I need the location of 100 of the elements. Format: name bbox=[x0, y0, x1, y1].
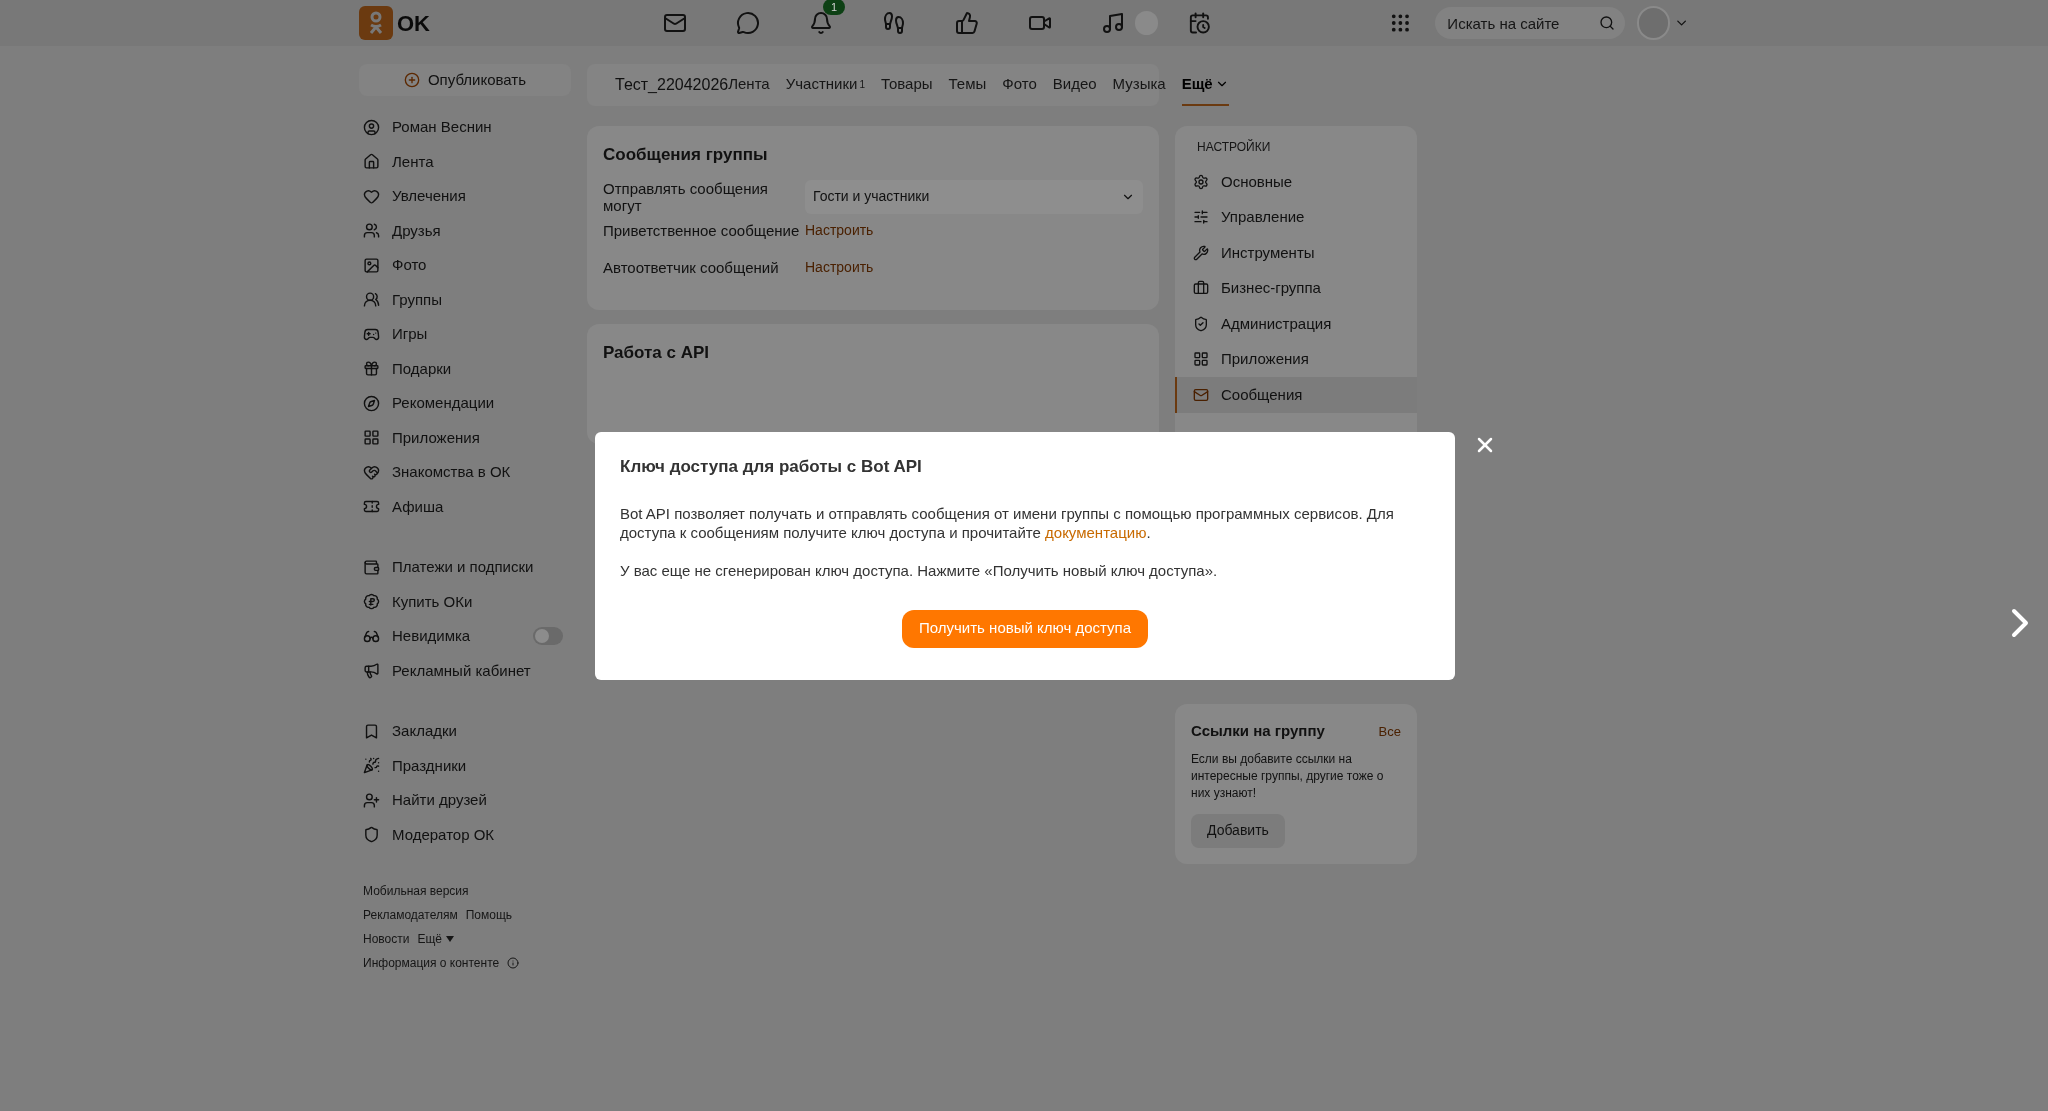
sidebar-item[interactable]: Модератор ОК bbox=[392, 823, 495, 846]
coin-icon bbox=[363, 593, 380, 611]
section-heading: НАСТРОЙКИ bbox=[1196, 138, 1272, 156]
footprints-icon[interactable] bbox=[882, 11, 906, 35]
info-icon bbox=[507, 957, 520, 969]
settings-item[interactable]: Сообщения bbox=[1175, 377, 1417, 413]
grid-icon bbox=[363, 429, 380, 447]
sidebar-item[interactable]: Фото bbox=[392, 254, 427, 277]
logo-text[interactable]: OK bbox=[397, 6, 430, 40]
settings-item[interactable]: Администрация bbox=[1175, 306, 1417, 342]
configure-link[interactable]: Настроить bbox=[805, 256, 874, 278]
card-description: Если вы добавите ссылки на интересные группы, другие тоже о них узнают! bbox=[1191, 750, 1385, 802]
add-button[interactable]: Добавить bbox=[1191, 813, 1285, 848]
nav-tab[interactable]: Участники 1 bbox=[785, 64, 865, 106]
footer-link[interactable]: Ещё bbox=[417, 930, 442, 948]
caret-icon bbox=[446, 936, 454, 942]
calendar-icon[interactable] bbox=[1187, 11, 1211, 35]
get-key-button[interactable]: Получить новый ключ доступа bbox=[902, 609, 1148, 648]
image-icon bbox=[363, 256, 380, 274]
shield-icon bbox=[1193, 315, 1209, 332]
nav-tab[interactable]: Музыка bbox=[1112, 64, 1166, 106]
card-title: Работа с API bbox=[603, 341, 711, 364]
party-icon bbox=[363, 757, 380, 775]
sidebar-item[interactable]: Афиша bbox=[392, 495, 444, 518]
settings-item[interactable]: Управление bbox=[1175, 199, 1417, 235]
search-field[interactable]: Искать на сайте bbox=[1435, 7, 1626, 39]
nav-tab[interactable]: Фото bbox=[1002, 64, 1037, 106]
user-icon bbox=[363, 118, 380, 136]
group-icon bbox=[363, 291, 380, 309]
search-icon[interactable] bbox=[1599, 15, 1616, 31]
users-icon bbox=[363, 222, 380, 240]
configure-link[interactable]: Настроить bbox=[805, 219, 874, 241]
all-link[interactable]: Все bbox=[1378, 721, 1401, 741]
footer-link[interactable]: Информация о контенте bbox=[363, 954, 500, 972]
thumbs-up-icon[interactable] bbox=[955, 11, 979, 35]
settings-item[interactable]: Основные bbox=[1175, 164, 1417, 200]
nav-tab[interactable]: Видео bbox=[1052, 64, 1097, 106]
settings-item[interactable]: Бизнес-группа bbox=[1175, 270, 1417, 306]
plus-icon bbox=[403, 72, 420, 88]
sidebar-item[interactable]: Подарки bbox=[392, 357, 452, 380]
nav-tab[interactable]: Темы bbox=[948, 64, 987, 106]
sidebar-item[interactable]: Приложения bbox=[392, 426, 480, 449]
bell-icon[interactable] bbox=[809, 11, 833, 35]
sidebar-item[interactable]: Знакомства в ОК bbox=[392, 461, 511, 484]
sidebar-item[interactable]: Рекомендации bbox=[392, 392, 495, 415]
user-plus-icon bbox=[363, 791, 380, 809]
footer-link[interactable]: Рекламодателям bbox=[363, 906, 458, 924]
sidebar-item[interactable]: Купить ОКи bbox=[392, 590, 473, 613]
card-title: Ссылки на группу bbox=[1191, 721, 1325, 741]
home-icon bbox=[363, 153, 380, 171]
sidebar-item[interactable]: Увлечения bbox=[392, 185, 466, 208]
footer-link[interactable]: Помощь bbox=[465, 906, 513, 924]
compass-icon bbox=[363, 394, 380, 412]
sidebar-item[interactable]: Лента bbox=[392, 150, 434, 173]
footer-link[interactable]: Новости bbox=[363, 930, 410, 948]
notification-badge: 1 bbox=[823, 0, 846, 15]
gear-icon bbox=[1193, 173, 1209, 190]
settings-item[interactable]: Инструменты bbox=[1175, 235, 1417, 271]
nav-tab[interactable]: Товары bbox=[880, 64, 933, 106]
shield-icon bbox=[363, 826, 380, 844]
sidebar-item[interactable]: Найти друзей bbox=[392, 789, 487, 812]
megaphone-icon bbox=[363, 662, 380, 680]
sidebar-item[interactable]: Закладки bbox=[392, 720, 457, 743]
documentation-link[interactable]: документацию bbox=[1045, 523, 1147, 541]
card-title: Сообщения группы bbox=[603, 144, 769, 166]
gift-icon bbox=[363, 360, 380, 378]
modal-title: Ключ доступа для работы с Bot API bbox=[620, 456, 923, 478]
sidebar-item[interactable]: Группы bbox=[392, 288, 442, 311]
sidebar-item[interactable]: Игры bbox=[392, 323, 428, 346]
mail-icon bbox=[1193, 386, 1209, 403]
modal-paragraph: Bot API позволяет получать и отправлять сообщения от имени группы с помощью программных сервисов. Для доступа к сообщениям получите ключ доступа и прочитайте документацию. bbox=[620, 503, 1395, 542]
sidebar-item[interactable]: Друзья bbox=[392, 219, 441, 242]
setting-label: Приветственное сообщение bbox=[603, 221, 801, 239]
mail-icon[interactable] bbox=[663, 11, 687, 35]
heart-icon bbox=[363, 187, 380, 205]
wallet-icon bbox=[363, 558, 380, 576]
heart-hands-icon bbox=[363, 463, 380, 481]
sidebar-item[interactable]: Рекламный кабинет bbox=[392, 659, 531, 682]
grid-icon bbox=[1193, 351, 1209, 368]
setting-label: Автоответчик сообщений bbox=[603, 258, 780, 276]
music-icon[interactable] bbox=[1101, 11, 1125, 35]
modal-notice: У вас еще не сгенерирован ключ доступа. Нажмите «Получить новый ключ доступа». bbox=[620, 560, 1219, 580]
sidebar-item[interactable]: Роман Веснин bbox=[392, 116, 492, 139]
setting-label: Отправлять сообщения могут bbox=[603, 179, 769, 214]
chat-icon[interactable] bbox=[736, 11, 760, 35]
briefcase-icon bbox=[1193, 280, 1209, 297]
sliders-icon bbox=[1193, 209, 1209, 226]
nav-tab[interactable]: Лента bbox=[728, 64, 770, 106]
group-name: Тест_22042026 bbox=[615, 75, 729, 95]
publish-button[interactable]: Опубликовать bbox=[359, 64, 571, 96]
nav-tab[interactable]: Ещё bbox=[1181, 64, 1229, 106]
wrench-icon bbox=[1193, 244, 1209, 261]
dropdown[interactable]: Гости и участники bbox=[805, 179, 1143, 214]
toggle-switch[interactable] bbox=[533, 627, 563, 646]
settings-item[interactable]: Приложения bbox=[1175, 341, 1417, 377]
sidebar-item[interactable]: Праздники bbox=[392, 754, 467, 777]
footer-link[interactable]: Мобильная версия bbox=[363, 882, 469, 900]
sidebar-item[interactable]: Невидимка bbox=[392, 625, 471, 648]
sidebar-item[interactable]: Платежи и подписки bbox=[392, 556, 534, 579]
bookmark-icon bbox=[363, 722, 380, 740]
